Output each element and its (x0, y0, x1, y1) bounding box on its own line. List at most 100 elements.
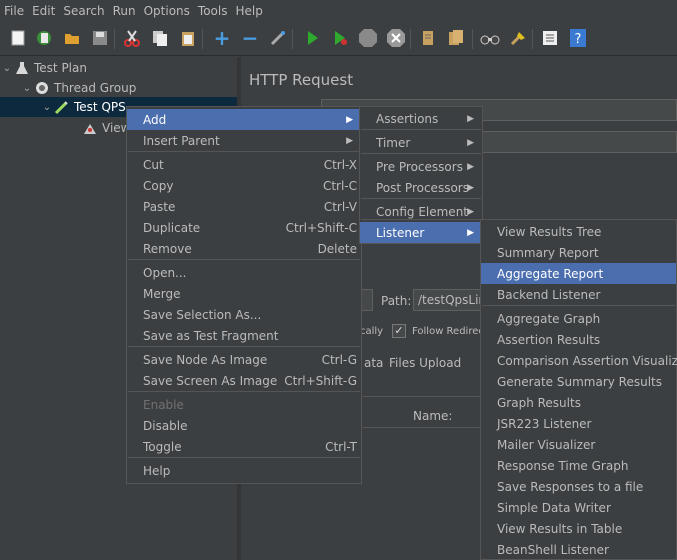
listener-item-aggregate-graph[interactable]: Aggregate Graph (481, 308, 676, 329)
listener-item-jsr223-listener[interactable]: JSR223 Listener (481, 413, 676, 434)
menu-search[interactable]: Search (63, 4, 104, 18)
listener-item-generate-summary-results[interactable]: Generate Summary Results (481, 371, 676, 392)
shutdown-icon[interactable] (386, 28, 406, 48)
menu-item-disable[interactable]: Disable (127, 415, 361, 436)
protocol-dropdown[interactable] (361, 289, 373, 311)
menu-item-save-as-test-fragment[interactable]: Save as Test Fragment (127, 325, 361, 346)
accelerator: Ctrl+Shift-C (285, 220, 357, 235)
chevron-down-icon[interactable]: ⌄ (20, 83, 34, 94)
tab-files-upload[interactable]: Files Upload (389, 356, 461, 370)
listener-item-view-results-in-table[interactable]: View Results in Table (481, 518, 676, 539)
help-icon[interactable]: ? (568, 28, 588, 48)
function-helper-icon[interactable] (540, 28, 560, 48)
reset-search-icon[interactable] (508, 28, 528, 48)
name-column-header: Name: (413, 409, 453, 423)
add-submenu: Assertions ▶ Timer ▶ Pre Processors ▶ Post Pro… (359, 106, 483, 244)
submenu-arrow-icon: ▶ (467, 227, 474, 238)
tree-item-thread-group[interactable]: ⌄ Thread Group (20, 78, 137, 98)
menu-edit[interactable]: Edit (32, 4, 55, 18)
accelerator: Ctrl-C (322, 178, 357, 193)
menu-item-label: Comparison Assertion Visualizer (497, 353, 677, 368)
add-submenu-item-post-processors[interactable]: Post Processors ▶ (360, 177, 482, 198)
open-icon[interactable] (62, 28, 82, 48)
menu-item-help[interactable]: Help (127, 460, 361, 481)
menu-item-open[interactable]: Open... (127, 262, 361, 283)
add-submenu-item-listener[interactable]: Listener ▶ (360, 222, 482, 243)
add-submenu-item-assertions[interactable]: Assertions ▶ (360, 108, 482, 129)
listener-item-backend-listener[interactable]: Backend Listener (481, 284, 676, 305)
search-icon[interactable] (480, 28, 500, 48)
menu-item-copy[interactable]: Copy Ctrl-C (127, 175, 361, 196)
menu-item-label: Cut (143, 157, 164, 172)
copy-icon[interactable] (150, 28, 170, 48)
accelerator: Delete (317, 241, 357, 256)
menu-item-label: Listener (376, 225, 425, 240)
collapse-icon[interactable]: − (240, 26, 260, 50)
accelerator: Ctrl-T (325, 439, 357, 454)
listener-item-save-responses-to-a-file[interactable]: Save Responses to a file (481, 476, 676, 497)
clear-all-icon[interactable] (446, 28, 466, 48)
menu-tools[interactable]: Tools (198, 4, 228, 18)
paste-icon[interactable] (178, 28, 198, 48)
listener-item-graph-results[interactable]: Graph Results (481, 392, 676, 413)
templates-icon[interactable] (34, 28, 54, 48)
chevron-down-icon[interactable]: ⌄ (40, 102, 54, 113)
menu-help[interactable]: Help (235, 4, 262, 18)
menu-item-cut[interactable]: Cut Ctrl-X (127, 154, 361, 175)
listener-item-view-results-tree[interactable]: View Results Tree (481, 221, 676, 242)
add-submenu-item-pre-processors[interactable]: Pre Processors ▶ (360, 156, 482, 177)
menu-item-label: Add (143, 112, 167, 127)
expand-icon[interactable]: + (212, 26, 232, 50)
menu-item-paste[interactable]: Paste Ctrl-V (127, 196, 361, 217)
menu-item-label: Remove (143, 241, 192, 256)
menu-file[interactable]: File (4, 4, 24, 18)
menu-item-duplicate[interactable]: Duplicate Ctrl+Shift-C (127, 217, 361, 238)
menu-item-label: Disable (143, 418, 188, 433)
menu-item-save-node-as-image[interactable]: Save Node As Image Ctrl-G (127, 349, 361, 370)
auto-redirect-label: cally (360, 326, 384, 337)
menu-item-label: View Results Tree (497, 224, 602, 239)
listener-item-comparison-assertion-visualizer[interactable]: Comparison Assertion Visualizer (481, 350, 677, 371)
submenu-arrow-icon: ▶ (467, 206, 474, 217)
menu-item-remove[interactable]: Remove Delete (127, 238, 361, 259)
listener-item-response-time-graph[interactable]: Response Time Graph (481, 455, 676, 476)
menu-item-label: Assertions (376, 111, 439, 126)
stop-icon[interactable] (358, 28, 378, 48)
tree-item-test-plan[interactable]: ⌄ Test Plan (0, 58, 87, 78)
start-icon[interactable] (302, 28, 322, 48)
menu-item-toggle[interactable]: Toggle Ctrl-T (127, 436, 361, 457)
listener-item-mailer-visualizer[interactable]: Mailer Visualizer (481, 434, 676, 455)
listener-item-aggregate-report[interactable]: Aggregate Report (481, 263, 676, 284)
chevron-down-icon[interactable]: ⌄ (0, 63, 14, 74)
tab-body-data[interactable]: ata (364, 356, 383, 370)
listener-item-beanshell-listener[interactable]: BeanShell Listener (481, 539, 676, 560)
start-no-pause-icon[interactable] (330, 28, 350, 48)
menu-item-save-selection-as[interactable]: Save Selection As... (127, 304, 361, 325)
menu-item-label: Post Processors (376, 180, 469, 195)
toggle-icon[interactable] (268, 28, 288, 48)
menu-item-save-screen-as-image[interactable]: Save Screen As Image Ctrl+Shift-G (127, 370, 361, 391)
new-icon[interactable] (8, 28, 28, 48)
accelerator: Ctrl-X (323, 157, 357, 172)
listener-item-simple-data-writer[interactable]: Simple Data Writer (481, 497, 676, 518)
menu-bar: File Edit Search Run Options Tools Help (0, 0, 677, 22)
follow-redirects-checkbox[interactable]: ✓ (392, 324, 406, 338)
add-submenu-item-timer[interactable]: Timer ▶ (360, 132, 482, 153)
menu-run[interactable]: Run (113, 4, 136, 18)
menu-item-merge[interactable]: Merge (127, 283, 361, 304)
clear-icon[interactable] (418, 28, 438, 48)
save-icon[interactable] (90, 28, 110, 48)
menu-item-add[interactable]: Add ▶ (127, 109, 361, 130)
tree-item-view[interactable]: View (82, 118, 130, 138)
cut-icon[interactable] (122, 28, 142, 48)
menu-item-label: Save Node As Image (143, 352, 268, 367)
menu-item-insert-parent[interactable]: Insert Parent ▶ (127, 130, 361, 151)
menu-separator (128, 346, 360, 347)
listener-item-summary-report[interactable]: Summary Report (481, 242, 676, 263)
menu-item-label: Paste (143, 199, 176, 214)
menu-options[interactable]: Options (144, 4, 190, 18)
listener-item-assertion-results[interactable]: Assertion Results (481, 329, 676, 350)
menu-item-label: Response Time Graph (497, 458, 629, 473)
menu-item-label: Toggle (143, 439, 182, 454)
submenu-arrow-icon: ▶ (467, 113, 474, 124)
